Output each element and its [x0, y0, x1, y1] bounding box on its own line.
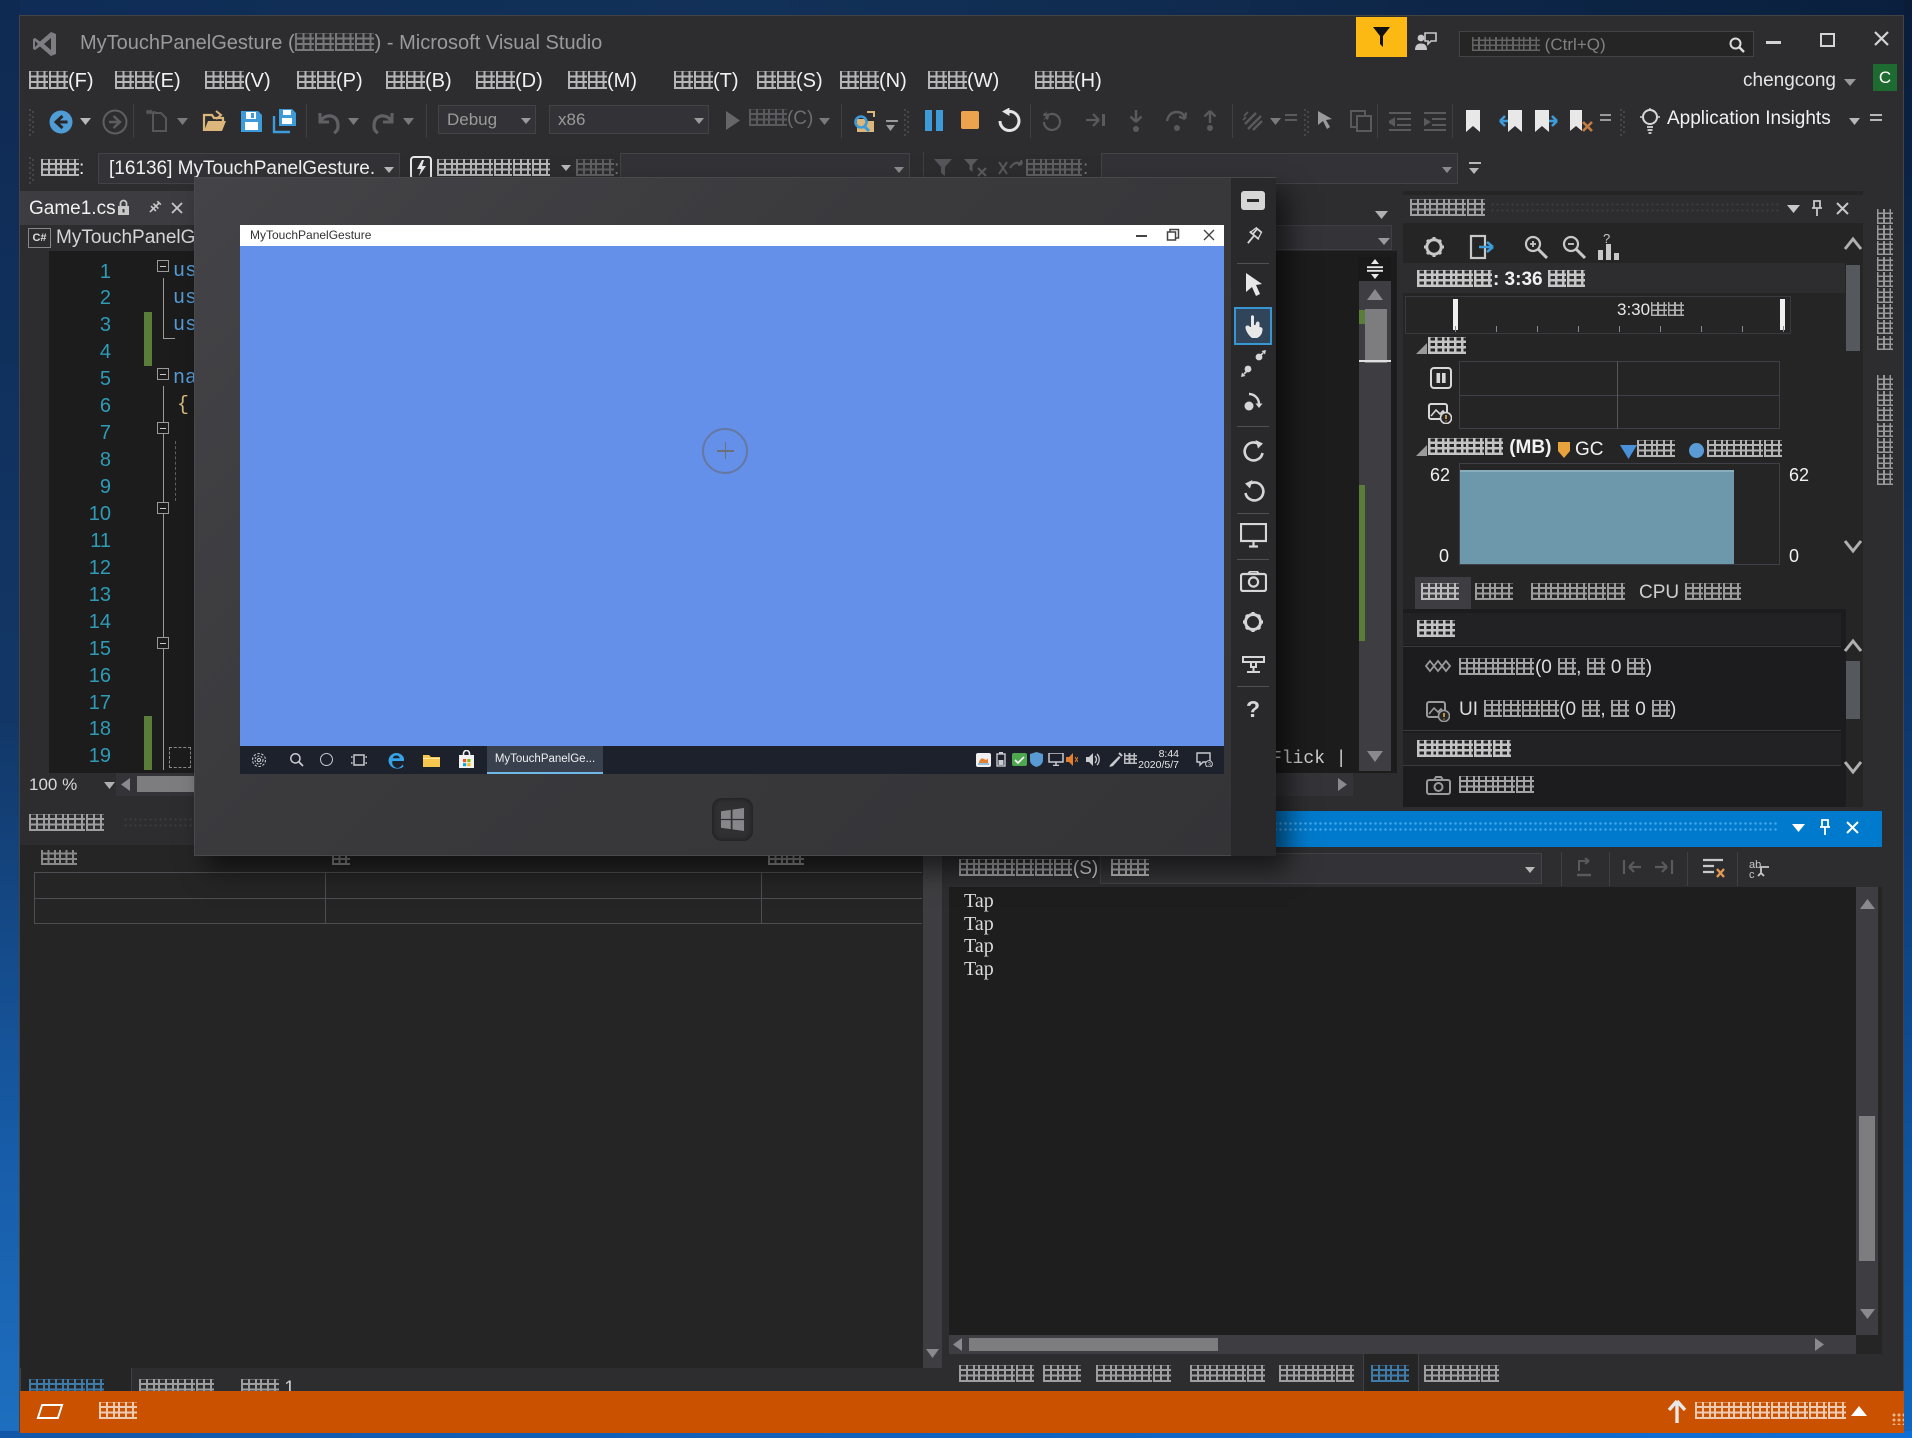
- svg-text:3: 3: [1207, 761, 1211, 767]
- svg-text:c: c: [1749, 869, 1755, 879]
- svg-text:?: ?: [1603, 233, 1610, 246]
